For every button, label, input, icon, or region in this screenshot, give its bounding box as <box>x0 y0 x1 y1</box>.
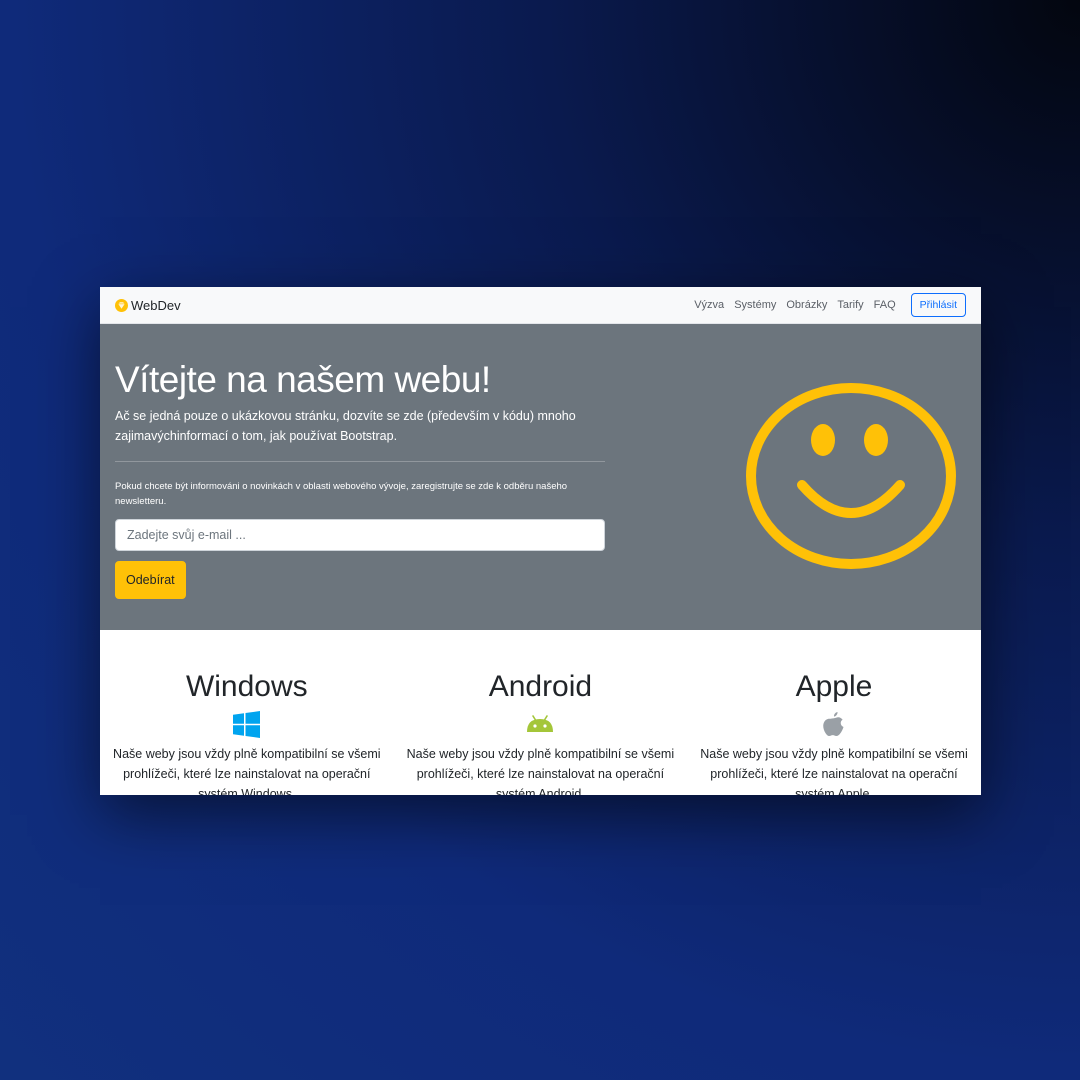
feature-icon-wrap <box>687 710 981 738</box>
smiley-icon <box>746 383 956 569</box>
browser-window: WebDev Výzva Systémy Obrázky Tarify FAQ … <box>100 287 981 795</box>
feature-apple: Apple Naše weby jsou vždy plně kompatibi… <box>687 668 981 795</box>
nav-link-faq[interactable]: FAQ <box>869 299 901 311</box>
hero-divider <box>115 461 605 462</box>
feature-text: Naše weby jsou vždy plně kompatibilní se… <box>700 747 968 795</box>
nav-link-tarify[interactable]: Tarify <box>832 299 868 311</box>
email-input[interactable] <box>115 519 605 551</box>
apple-icon <box>823 712 844 736</box>
feature-android: Android Naše weby jsou vždy plně kompati… <box>394 668 688 795</box>
hero-section: Vítejte na našem webu! Ač se jedná pouze… <box>100 324 981 630</box>
feature-windows: Windows Naše weby jsou vždy plně kompati… <box>100 668 394 795</box>
brand[interactable]: WebDev <box>115 298 181 313</box>
feature-text: Naše weby jsou vždy plně kompatibilní se… <box>406 747 675 795</box>
windows-icon <box>233 710 261 738</box>
newsletter-text: Pokud chcete být informováni o novinkách… <box>115 481 568 507</box>
nav-link-systemy[interactable]: Systémy <box>729 299 781 311</box>
feature-icon-wrap <box>394 710 688 738</box>
brand-name: WebDev <box>131 297 181 313</box>
features-section: Windows Naše weby jsou vždy plně kompati… <box>100 630 981 795</box>
feature-title: Apple <box>795 670 873 703</box>
feature-icon-wrap <box>100 710 394 738</box>
nav-link-vyzva[interactable]: Výzva <box>689 299 729 311</box>
nav-link-obrazky[interactable]: Obrázky <box>781 299 832 311</box>
subscribe-button[interactable]: Odebírat <box>115 561 186 599</box>
feature-title: Windows <box>185 670 308 703</box>
brand-logo-icon <box>115 298 128 312</box>
android-icon <box>527 715 554 732</box>
feature-text: Naše weby jsou vždy plně kompatibilní se… <box>113 747 381 795</box>
feature-title: Android <box>488 670 593 703</box>
navbar: WebDev Výzva Systémy Obrázky Tarify FAQ … <box>100 287 981 324</box>
nav-links: Výzva Systémy Obrázky Tarify FAQ Přihlás… <box>689 293 966 317</box>
hero-lead: Ač se jedná pouze o ukázkovou stránku, d… <box>115 409 576 443</box>
login-button[interactable]: Přihlásit <box>910 293 966 317</box>
